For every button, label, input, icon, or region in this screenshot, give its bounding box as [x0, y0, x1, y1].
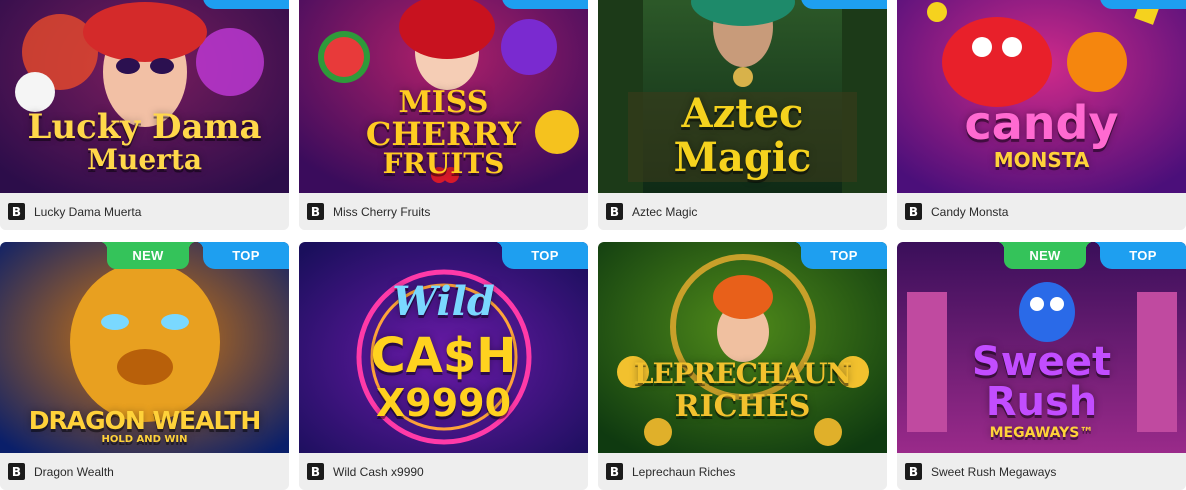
provider-logo-icon: B: [905, 203, 922, 220]
game-art-title-line2: CA$H: [370, 328, 517, 384]
game-name[interactable]: Candy Monsta: [931, 205, 1008, 219]
game-thumbnail[interactable]: Lucky Dama Muerta TOP: [0, 0, 289, 193]
game-card-leprechaun-riches[interactable]: LEPRECHAUN RICHES TOP B Leprechaun Riche…: [598, 242, 887, 490]
top-badge: TOP: [495, 242, 588, 269]
game-art-title: LEPRECHAUN: [633, 357, 852, 390]
game-art-subtitle: Muerta: [87, 143, 202, 176]
game-thumbnail[interactable]: MISS CHERRY FRUITS TOP: [299, 0, 588, 193]
game-art-title: Lucky Dama: [27, 107, 262, 147]
games-grid: Lucky Dama Muerta TOP B Lucky Dama Muert…: [0, 0, 1186, 490]
game-art-title: candy: [964, 96, 1119, 150]
game-caption: B Miss Cherry Fruits: [299, 193, 588, 230]
game-name[interactable]: Aztec Magic: [632, 205, 697, 219]
game-card-miss-cherry-fruits[interactable]: MISS CHERRY FRUITS TOP B Miss Cherry Fru…: [299, 0, 588, 230]
game-art-title: MISS: [398, 85, 489, 120]
game-caption: B Leprechaun Riches: [598, 453, 887, 490]
game-card-lucky-dama-muerta[interactable]: Lucky Dama Muerta TOP B Lucky Dama Muert…: [0, 0, 289, 230]
game-art-title-line2: Rush: [985, 379, 1098, 425]
new-badge: NEW: [100, 242, 196, 269]
provider-logo-icon: B: [8, 463, 25, 480]
game-caption: B Dragon Wealth: [0, 453, 289, 490]
game-art-subtitle: Magic: [673, 134, 812, 181]
game-name[interactable]: Leprechaun Riches: [632, 465, 735, 479]
provider-logo-icon: B: [905, 463, 922, 480]
game-name[interactable]: Miss Cherry Fruits: [333, 205, 430, 219]
game-card-aztec-magic[interactable]: Aztec Magic TOP B Aztec Magic: [598, 0, 887, 230]
top-badge: TOP: [794, 242, 887, 269]
game-art-subtitle: HOLD AND WIN: [101, 434, 188, 445]
new-badge: NEW: [997, 242, 1093, 269]
top-badge: TOP: [196, 242, 289, 269]
game-card-wild-cash-x9990[interactable]: Wild CA$H X9990 TOP B Wild Cash x9990: [299, 242, 588, 490]
game-card-sweet-rush-megaways[interactable]: Sweet Rush MEGAWAYS™ NEW TOP B Sweet Rus…: [897, 242, 1186, 490]
top-badge: TOP: [203, 0, 289, 9]
game-art-subtitle: RICHES: [674, 389, 811, 424]
game-thumbnail[interactable]: LEPRECHAUN RICHES TOP: [598, 242, 887, 453]
game-thumbnail[interactable]: Sweet Rush MEGAWAYS™ NEW TOP: [897, 242, 1186, 453]
game-caption: B Wild Cash x9990: [299, 453, 588, 490]
game-name[interactable]: Lucky Dama Muerta: [34, 205, 141, 219]
game-thumbnail[interactable]: Aztec Magic TOP: [598, 0, 887, 193]
game-art-title-line2: CHERRY: [365, 115, 522, 153]
provider-logo-icon: B: [307, 203, 324, 220]
top-badge: TOP: [1093, 242, 1186, 269]
top-badge: TOP: [502, 0, 588, 9]
provider-logo-icon: B: [606, 203, 623, 220]
provider-logo-icon: B: [606, 463, 623, 480]
game-name[interactable]: Wild Cash x9990: [333, 465, 424, 479]
top-badge: TOP: [801, 0, 887, 9]
game-art-title: Sweet: [971, 339, 1112, 385]
game-caption: B Candy Monsta: [897, 193, 1186, 230]
game-card-candy-monsta[interactable]: candy MONSTA TOP B Candy Monsta: [897, 0, 1186, 230]
game-art-title-line3: FRUITS: [382, 147, 505, 180]
game-thumbnail[interactable]: Wild CA$H X9990 TOP: [299, 242, 588, 453]
game-art-title-line3: X9990: [375, 381, 512, 425]
game-art-title: DRAGON WEALTH: [28, 406, 262, 435]
game-card-dragon-wealth[interactable]: DRAGON WEALTH HOLD AND WIN NEW TOP B Dra…: [0, 242, 289, 490]
game-art-title: Aztec: [681, 90, 804, 137]
game-thumbnail[interactable]: DRAGON WEALTH HOLD AND WIN NEW TOP: [0, 242, 289, 453]
game-thumbnail[interactable]: candy MONSTA TOP: [897, 0, 1186, 193]
game-caption: B Sweet Rush Megaways: [897, 453, 1186, 490]
game-name[interactable]: Sweet Rush Megaways: [931, 465, 1056, 479]
game-caption: B Lucky Dama Muerta: [0, 193, 289, 230]
game-name[interactable]: Dragon Wealth: [34, 465, 114, 479]
game-art-subtitle: MEGAWAYS™: [989, 425, 1094, 441]
game-art-subtitle: MONSTA: [993, 148, 1090, 172]
game-art-title: Wild: [392, 278, 495, 325]
top-badge: TOP: [1100, 0, 1186, 9]
game-caption: B Aztec Magic: [598, 193, 887, 230]
provider-logo-icon: B: [307, 463, 324, 480]
provider-logo-icon: B: [8, 203, 25, 220]
